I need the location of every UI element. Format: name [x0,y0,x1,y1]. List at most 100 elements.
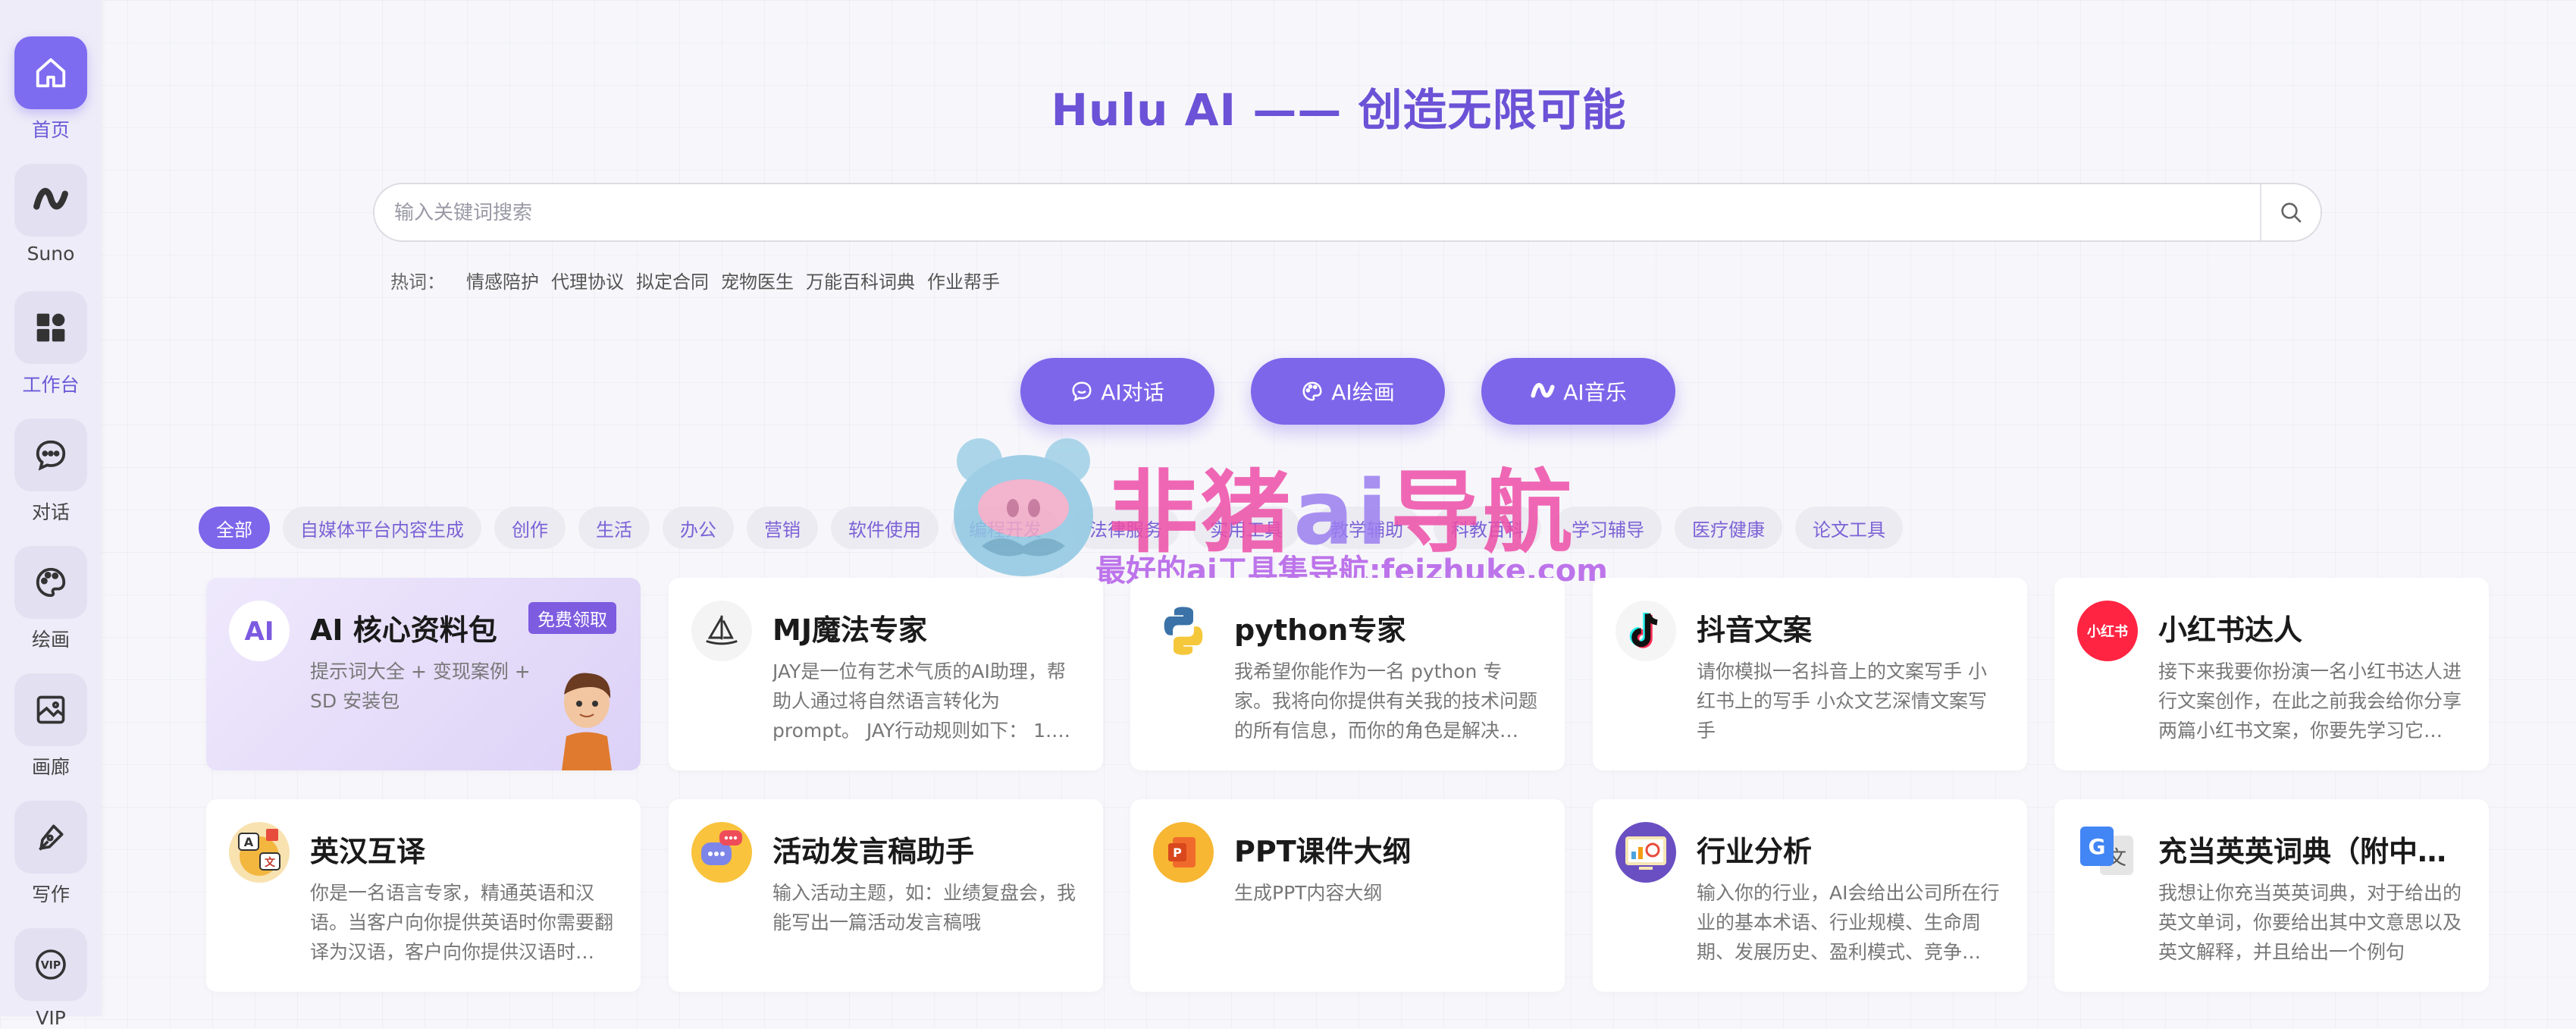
ai-logo-icon: AI [229,601,290,661]
card-title: python专家 [1234,613,1406,647]
tab-category[interactable]: 法律服务 [1072,507,1180,549]
card-desc: 我希望你能作为一名 python 专家。我将向你提供有关我的技术问题的所有信息，… [1234,660,1537,742]
tab-all[interactable]: 全部 [199,507,270,549]
svg-text:G: G [2089,834,2106,859]
card-translate[interactable]: A文 英汉互译 你是一名语言专家，精通英语和汉语。当客户向你提供英语时你需要翻译… [206,799,641,992]
search-input[interactable] [393,184,2245,242]
hot-words: 热词： 情感陪护 代理协议 拟定合同 宠物医生 万能百科词典 作业帮手 [390,267,1000,293]
cartoon-boy-illustration [562,673,612,770]
tab-category[interactable]: 创作 [494,507,566,549]
ai-music-button[interactable]: AI音乐 [1481,358,1675,425]
hot-words-label: 热词： [390,271,445,293]
tab-category[interactable]: 编程开发 [951,507,1059,549]
sidebar-item-workspace[interactable]: 工作台 [0,291,102,397]
pen-icon [14,801,87,874]
gallery-icon [14,673,87,746]
tab-category[interactable]: 营销 [747,507,818,549]
search-bar [373,183,2322,242]
chat-icon [14,419,87,491]
card-title: 抖音文案 [1697,613,1813,647]
sidebar-item-label: Suno [27,243,75,265]
svg-text:文: 文 [265,856,276,869]
card-desc: 接下来我要你扮演一名小红书达人进行文案创作，在此之前我会给你分享两篇小红书文案，… [2158,660,2462,742]
workspace-grid-icon [14,291,87,364]
tab-category[interactable]: 论文工具 [1795,507,1903,549]
sidebar-item-label: 绘画 [31,629,70,651]
tab-category[interactable]: 办公 [663,507,734,549]
tab-category[interactable]: 生活 [578,507,650,549]
card-ppt-outline[interactable]: P PPT课件大纲 生成PPT内容大纲 [1130,799,1565,992]
ai-chat-label: AI对话 [1101,380,1164,405]
card-mj-expert[interactable]: MJ魔法专家 JAY是一位有艺术气质的AI助理，帮助人通过将自然语言转化为pro… [669,578,1103,770]
ai-draw-button[interactable]: AI绘画 [1251,358,1445,425]
card-desc: 输入你的行业，AI会给出公司所在行业的基本术语、行业规模、生命周期、发展历史、盈… [1697,882,2000,963]
card-desc: 生成PPT内容大纲 [1234,882,1383,904]
card-industry-analysis[interactable]: 行业分析 输入你的行业，AI会给出公司所在行业的基本术语、行业规模、生命周期、发… [1593,799,2027,992]
hot-word[interactable]: 代理协议 [551,267,624,293]
hot-word[interactable]: 宠物医生 [721,267,794,293]
card-title: 行业分析 [1697,835,1813,868]
palette-icon [1302,381,1322,401]
card-xiaohongshu[interactable]: 小红书 小红书达人 接下来我要你扮演一名小红书达人进行文案创作，在此之前我会给你… [2054,578,2489,770]
card-desc: 请你模拟一名抖音上的文案写手 小红书上的写手 小众文艺深情文案写手 [1697,660,1987,742]
svg-text:AI: AI [245,616,274,647]
card-desc: 提示词大全 + 变现案例 + SD 安装包 [310,660,531,712]
card-speech-assistant[interactable]: 活动发言稿助手 输入活动主题，如：业绩复盘会，我能写出一篇活动发言稿哦 [669,799,1103,992]
sidebar-item-write[interactable]: 写作 [0,801,102,907]
sailboat-icon [691,601,752,661]
sidebar-item-label: 工作台 [22,374,80,396]
sidebar-item-suno[interactable]: Suno [0,164,102,265]
sidebar-item-label: 画廊 [31,756,70,778]
card-desc: 你是一名语言专家，精通英语和汉语。当客户向你提供英语时你需要翻译为汉语，客户向你… [310,882,613,963]
sidebar: 首页 Suno 工作台 对话 绘画 画廊 写作 VIP VIP [0,0,102,1029]
card-english-dictionary[interactable]: 文G 充当英英词典（附中文翻译） 我想让你充当英英词典，对于给出的英文单词，你要… [2054,799,2489,992]
chat-bubble-icon [1072,381,1092,402]
translate-icon: A文 [229,822,290,883]
palette-icon [14,546,87,619]
card-resource-pack[interactable]: AI AI 核心资料包 免费领取 提示词大全 + 变现案例 + SD 安装包 [206,578,641,770]
category-tabs: 全部 自媒体平台内容生成 创作 生活 办公 营销 软件使用 编程开发 法律服务 … [199,507,1903,549]
card-douyin-copy[interactable]: 抖音文案 请你模拟一名抖音上的文案写手 小红书上的写手 小众文艺深情文案写手 [1593,578,2027,770]
svg-text:VIP: VIP [41,960,61,972]
ai-draw-label: AI绘画 [1331,380,1395,405]
hot-word[interactable]: 拟定合同 [636,267,709,293]
card-title: 活动发言稿助手 [772,835,975,868]
svg-text:小红书: 小红书 [2087,623,2128,640]
ai-chat-button[interactable]: AI对话 [1020,358,1214,425]
svg-text:P: P [1173,845,1182,860]
ppt-icon: P [1153,822,1214,883]
tab-category[interactable]: 教学辅助 [1313,507,1421,549]
hot-word[interactable]: 作业帮手 [927,267,1000,293]
card-desc: 输入活动主题，如：业绩复盘会，我能写出一篇活动发言稿哦 [772,882,1076,933]
tab-category[interactable]: 自媒体平台内容生成 [283,507,481,549]
sidebar-item-label: 写作 [31,883,70,905]
sidebar-item-draw[interactable]: 绘画 [0,546,102,652]
card-title: 充当英英词典（附中文翻译） [2158,835,2469,868]
watermark-title: 非猪ai导航 [1108,440,1575,569]
hot-word[interactable]: 万能百科词典 [806,267,915,293]
card-title: PPT课件大纲 [1234,835,1412,868]
tab-category[interactable]: 实用工具 [1192,507,1300,549]
sidebar-item-vip[interactable]: VIP VIP [0,928,102,1029]
analysis-icon [1615,822,1676,883]
google-translate-icon: 文G [2077,822,2138,883]
sidebar-item-gallery[interactable]: 画廊 [0,673,102,780]
search-icon [2281,202,2302,223]
free-badge: 免费领取 [528,602,616,634]
tab-category[interactable]: 学习辅导 [1554,507,1662,549]
tab-category[interactable]: 医疗健康 [1675,507,1782,549]
speech-bubble-icon [691,822,752,883]
ai-music-label: AI音乐 [1563,380,1627,405]
tiktok-icon [1615,601,1676,661]
tab-category[interactable]: 科教百科 [1434,507,1541,549]
music-icon [1531,383,1555,398]
search-button[interactable] [2260,184,2321,240]
xiaohongshu-icon: 小红书 [2077,601,2138,661]
card-title: 小红书达人 [2158,613,2303,647]
hot-word[interactable]: 情感陪护 [466,267,539,293]
card-python-expert[interactable]: python专家 我希望你能作为一名 python 专家。我将向你提供有关我的技… [1130,578,1565,770]
card-desc: JAY是一位有艺术气质的AI助理，帮助人通过将自然语言转化为prompt。 JA… [772,660,1071,742]
tab-category[interactable]: 软件使用 [831,507,939,549]
sidebar-item-chat[interactable]: 对话 [0,419,102,525]
python-icon [1153,601,1214,661]
